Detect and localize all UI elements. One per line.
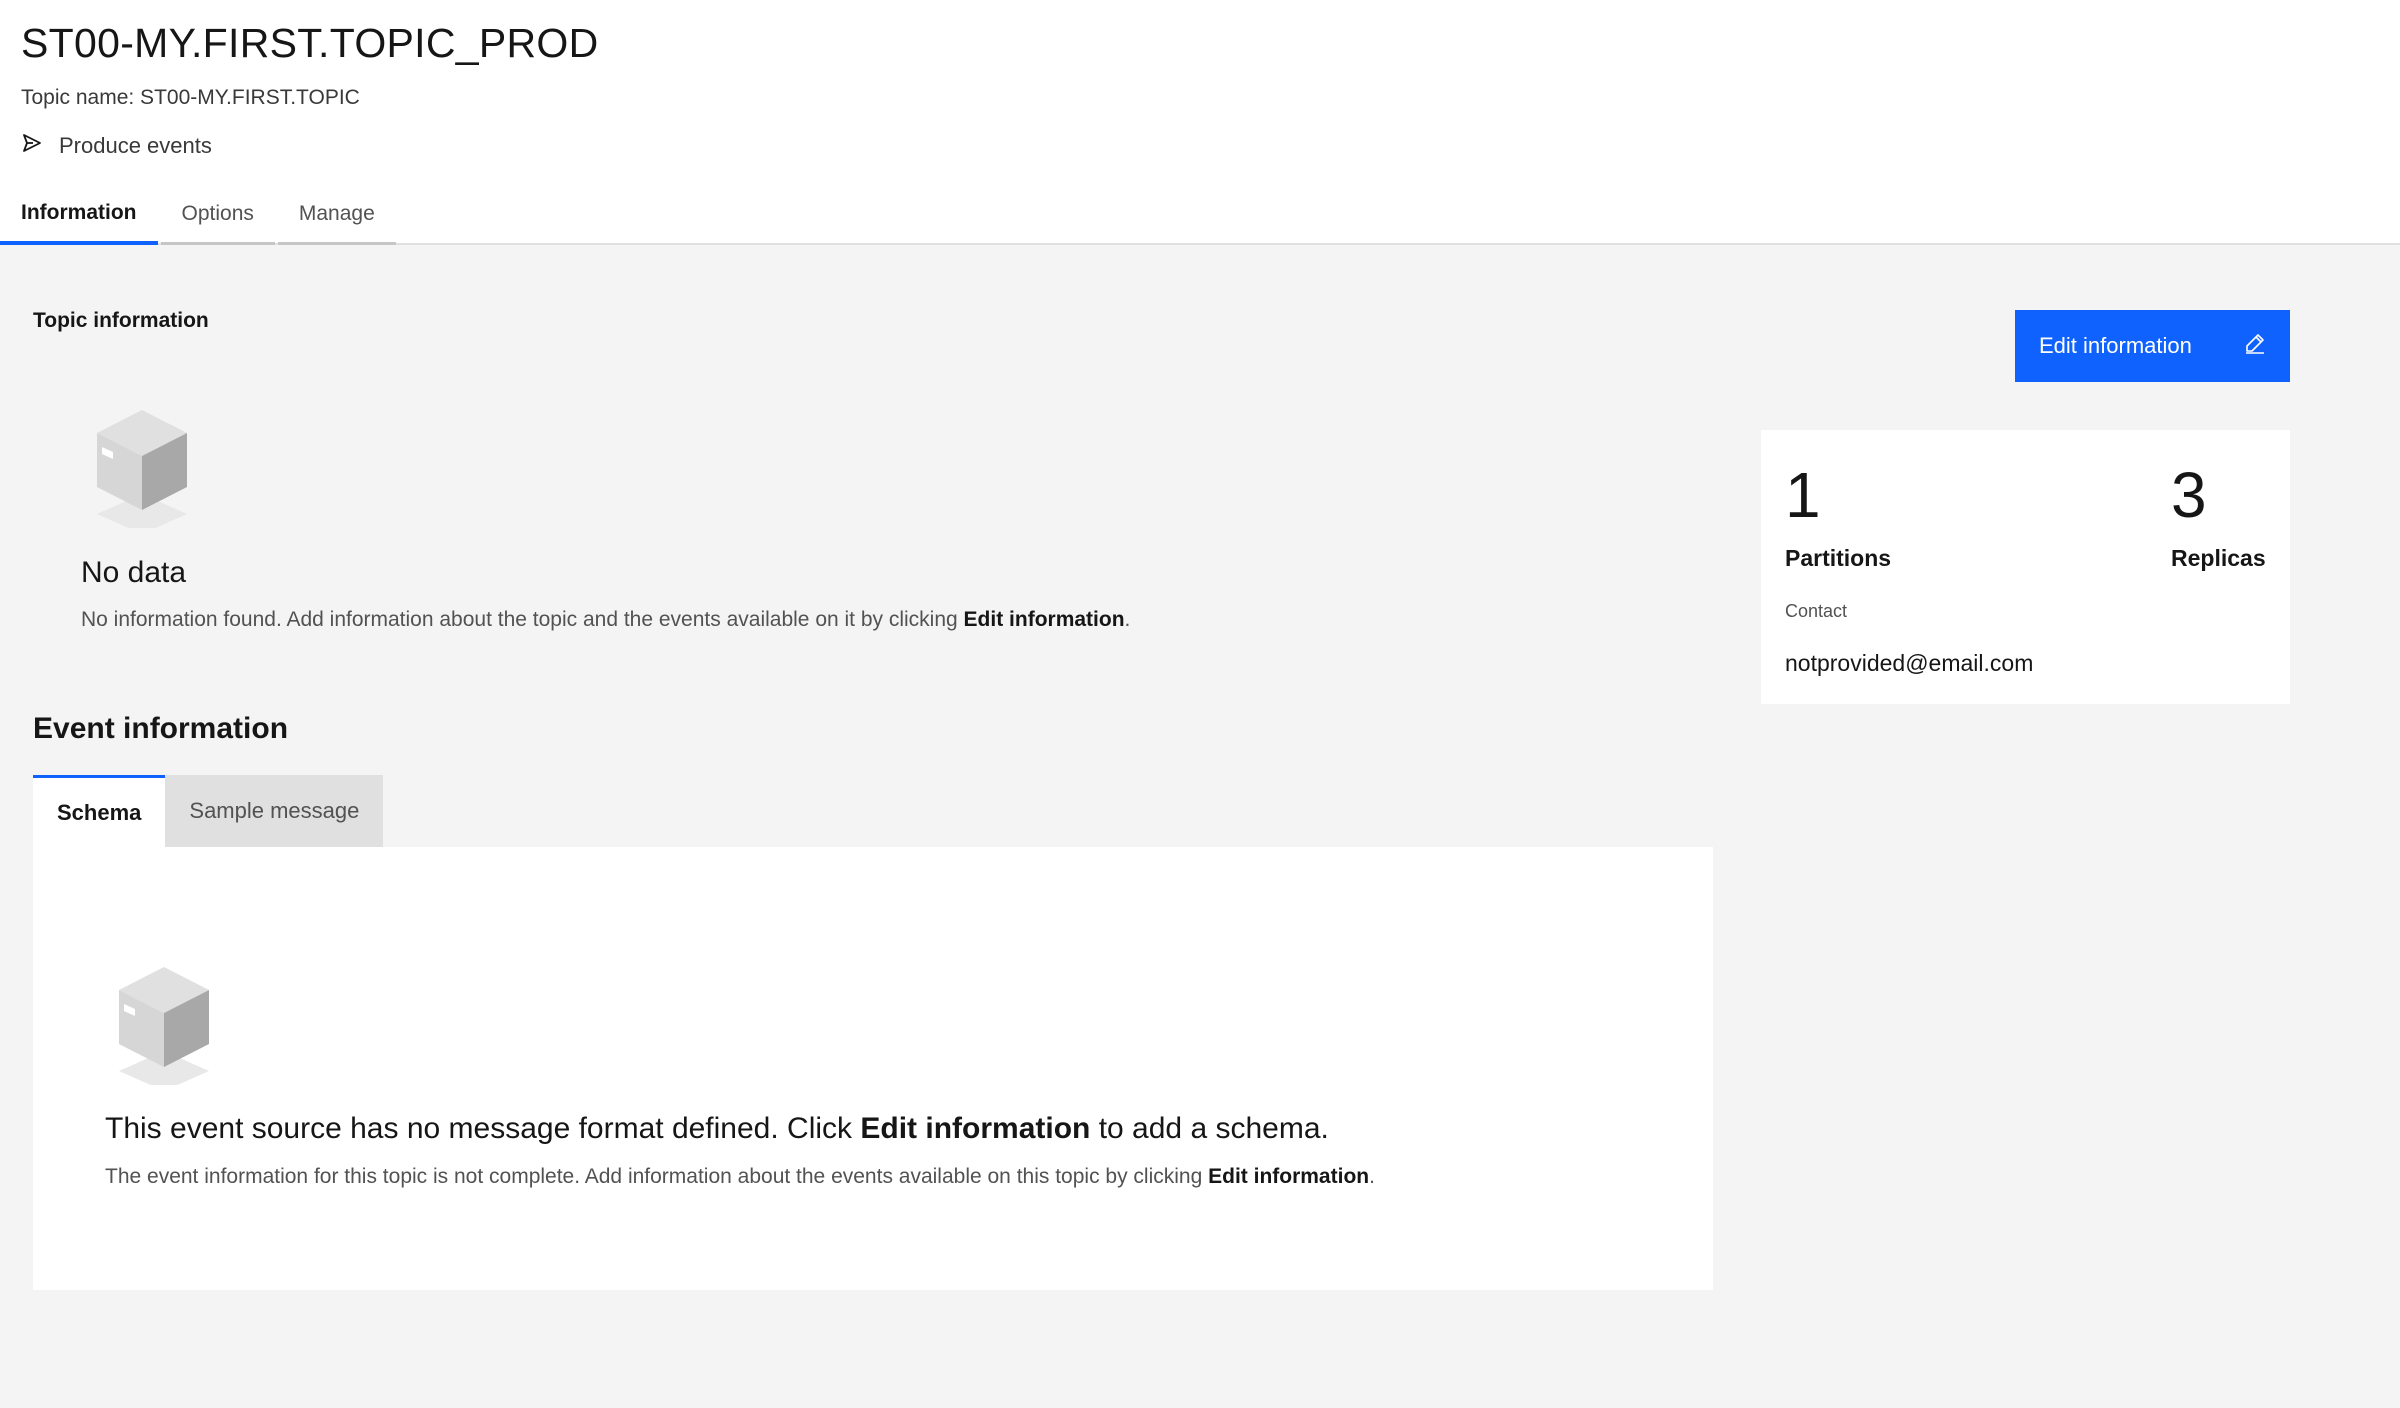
no-data-description: No information found. Add information ab… — [81, 608, 1131, 631]
topic-name: Topic name: ST00-MY.FIRST.TOPIC — [21, 86, 360, 109]
tab-sample-message[interactable]: Sample message — [165, 775, 384, 847]
edit-pencil-icon — [2244, 332, 2266, 360]
produce-events-link[interactable]: Produce events — [21, 131, 212, 161]
empty-box-icon — [95, 408, 190, 534]
schema-panel: This event source has no message format … — [33, 847, 1713, 1290]
tab-manage[interactable]: Manage — [277, 185, 396, 245]
empty-box-icon — [117, 965, 212, 1091]
send-icon — [21, 132, 43, 160]
replicas-count: 3 — [2171, 459, 2207, 531]
edit-information-inline: Edit information — [1208, 1165, 1370, 1188]
topic-stats-card: 1 Partitions 3 Replicas Contact notprovi… — [1761, 430, 2290, 704]
edit-information-label: Edit information — [2039, 333, 2192, 358]
event-information-heading: Event information — [33, 712, 289, 745]
tab-schema[interactable]: Schema — [33, 775, 166, 847]
contact-label: Contact — [1785, 601, 1848, 621]
topic-information-heading: Topic information — [33, 309, 209, 332]
edit-information-button[interactable]: Edit information — [2015, 310, 2290, 382]
schema-empty-description: The event information for this topic is … — [105, 1165, 1375, 1188]
replicas-label: Replicas — [2171, 545, 2266, 571]
contact-email: notprovided@email.com — [1785, 650, 2034, 676]
event-tabs: Schema Sample message — [33, 775, 384, 847]
partitions-count: 1 — [1785, 459, 1821, 531]
produce-events-label: Produce events — [59, 133, 212, 158]
page-header: ST00-MY.FIRST.TOPIC_PROD Topic name: ST0… — [0, 0, 2400, 245]
partitions-label: Partitions — [1785, 545, 1892, 571]
main-tabs: Information Options Manage — [0, 185, 399, 245]
tab-options[interactable]: Options — [160, 185, 275, 245]
no-data-title: No data — [81, 556, 187, 589]
schema-empty-title: This event source has no message format … — [105, 1112, 1329, 1145]
edit-information-inline: Edit information — [860, 1112, 1091, 1145]
edit-information-inline: Edit information — [963, 608, 1125, 631]
page-title: ST00-MY.FIRST.TOPIC_PROD — [21, 20, 599, 66]
tab-information[interactable]: Information — [0, 185, 158, 245]
